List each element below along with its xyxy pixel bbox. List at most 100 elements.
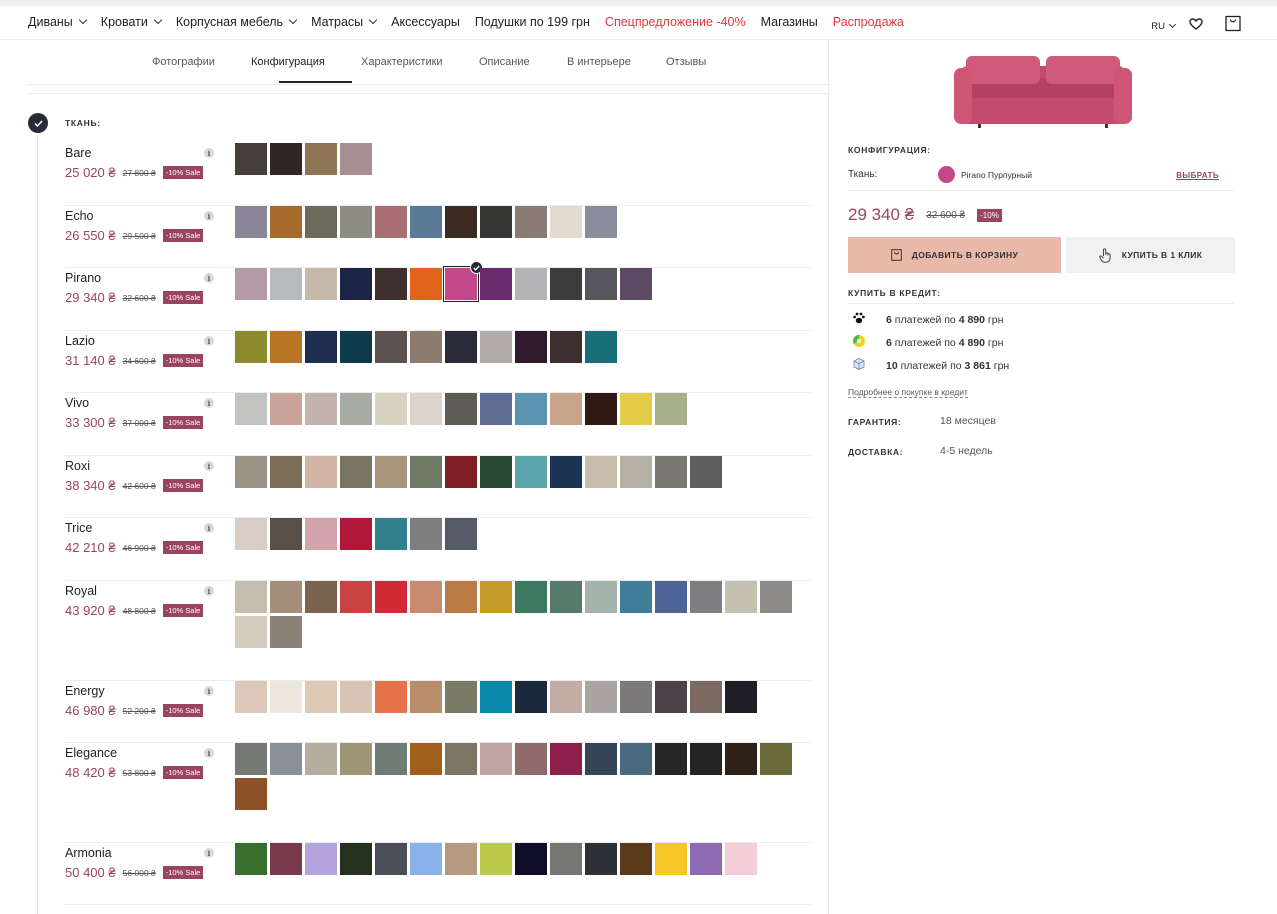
color-swatch[interactable] (375, 681, 407, 713)
color-swatch[interactable] (690, 456, 722, 488)
info-icon[interactable]: i (204, 748, 214, 758)
info-icon[interactable]: i (204, 461, 214, 471)
color-swatch[interactable] (760, 743, 792, 775)
color-swatch[interactable] (270, 616, 302, 648)
color-swatch[interactable] (725, 843, 757, 875)
color-swatch[interactable] (550, 206, 582, 238)
color-swatch[interactable] (340, 581, 372, 613)
color-swatch[interactable] (480, 581, 512, 613)
color-swatch[interactable] (550, 331, 582, 363)
color-swatch[interactable] (305, 143, 337, 175)
credit-option[interactable]: 10 платежей по 3 861 грн (852, 357, 1009, 374)
color-swatch[interactable] (445, 518, 477, 550)
color-swatch[interactable] (235, 456, 267, 488)
color-swatch[interactable] (515, 681, 547, 713)
color-swatch[interactable] (305, 456, 337, 488)
color-swatch[interactable] (305, 681, 337, 713)
color-swatch[interactable] (340, 518, 372, 550)
color-swatch[interactable] (375, 743, 407, 775)
color-swatch[interactable] (375, 843, 407, 875)
color-swatch[interactable] (270, 456, 302, 488)
color-swatch[interactable] (620, 268, 652, 300)
color-swatch[interactable] (270, 143, 302, 175)
tab[interactable]: Отзывы (666, 56, 706, 68)
color-swatch[interactable] (375, 393, 407, 425)
color-swatch[interactable] (410, 518, 442, 550)
color-swatch[interactable] (445, 681, 477, 713)
color-swatch[interactable] (515, 456, 547, 488)
color-swatch[interactable] (235, 206, 267, 238)
color-swatch[interactable] (340, 743, 372, 775)
color-swatch[interactable] (655, 843, 687, 875)
color-swatch[interactable] (305, 268, 337, 300)
color-swatch[interactable] (760, 581, 792, 613)
color-swatch[interactable] (480, 268, 512, 300)
info-icon[interactable]: i (204, 686, 214, 696)
color-swatch[interactable] (410, 393, 442, 425)
color-swatch[interactable] (480, 681, 512, 713)
color-swatch[interactable] (445, 393, 477, 425)
color-swatch[interactable] (550, 743, 582, 775)
color-swatch[interactable] (515, 206, 547, 238)
color-swatch[interactable] (410, 581, 442, 613)
color-swatch[interactable] (235, 393, 267, 425)
color-swatch[interactable] (690, 843, 722, 875)
nav-item[interactable]: Подушки по 199 грн (475, 15, 590, 29)
color-swatch[interactable] (585, 743, 617, 775)
color-swatch[interactable] (270, 581, 302, 613)
color-swatch[interactable] (270, 393, 302, 425)
color-swatch[interactable] (585, 393, 617, 425)
color-swatch[interactable] (445, 581, 477, 613)
color-swatch[interactable] (550, 393, 582, 425)
color-swatch[interactable] (235, 616, 267, 648)
color-swatch[interactable] (515, 581, 547, 613)
info-icon[interactable]: i (204, 848, 214, 858)
color-swatch[interactable] (550, 681, 582, 713)
credit-option[interactable]: 6 платежей по 4 890 грн (852, 334, 1003, 351)
info-icon[interactable]: i (204, 211, 214, 221)
nav-item[interactable]: Диваны (28, 15, 88, 29)
color-swatch[interactable] (375, 456, 407, 488)
color-swatch[interactable] (480, 206, 512, 238)
nav-item[interactable]: Спецпредложение -40% (605, 15, 746, 29)
color-swatch[interactable] (550, 268, 582, 300)
color-swatch[interactable] (340, 843, 372, 875)
color-swatch[interactable] (445, 843, 477, 875)
color-swatch[interactable] (655, 393, 687, 425)
color-swatch[interactable] (340, 331, 372, 363)
color-swatch[interactable] (340, 206, 372, 238)
color-swatch[interactable] (270, 268, 302, 300)
color-swatch[interactable] (305, 393, 337, 425)
color-swatch[interactable] (270, 206, 302, 238)
color-swatch[interactable] (585, 268, 617, 300)
color-swatch[interactable] (585, 456, 617, 488)
choose-fabric-link[interactable]: ВЫБРАТЬ (1176, 171, 1219, 180)
color-swatch[interactable] (620, 743, 652, 775)
nav-item[interactable]: Магазины (761, 15, 818, 29)
color-swatch[interactable] (375, 518, 407, 550)
tab[interactable]: Характеристики (361, 56, 443, 68)
color-swatch[interactable] (235, 331, 267, 363)
heart-icon[interactable] (1189, 17, 1203, 35)
color-swatch[interactable] (270, 743, 302, 775)
color-swatch[interactable] (480, 456, 512, 488)
color-swatch[interactable] (305, 743, 337, 775)
color-swatch[interactable] (235, 743, 267, 775)
color-swatch[interactable] (655, 456, 687, 488)
color-swatch[interactable] (585, 331, 617, 363)
color-swatch[interactable] (375, 331, 407, 363)
color-swatch[interactable] (620, 843, 652, 875)
color-swatch[interactable] (515, 268, 547, 300)
color-swatch[interactable] (410, 743, 442, 775)
color-swatch[interactable] (235, 581, 267, 613)
color-swatch[interactable] (305, 581, 337, 613)
color-swatch[interactable] (340, 681, 372, 713)
color-swatch[interactable] (585, 206, 617, 238)
color-swatch[interactable] (620, 393, 652, 425)
nav-item[interactable]: Корпусная мебель (176, 15, 298, 29)
color-swatch[interactable] (270, 331, 302, 363)
color-swatch[interactable] (410, 206, 442, 238)
buy-one-click-button[interactable]: КУПИТЬ В 1 КЛИК (1066, 237, 1235, 273)
color-swatch[interactable] (375, 581, 407, 613)
color-swatch[interactable] (305, 518, 337, 550)
